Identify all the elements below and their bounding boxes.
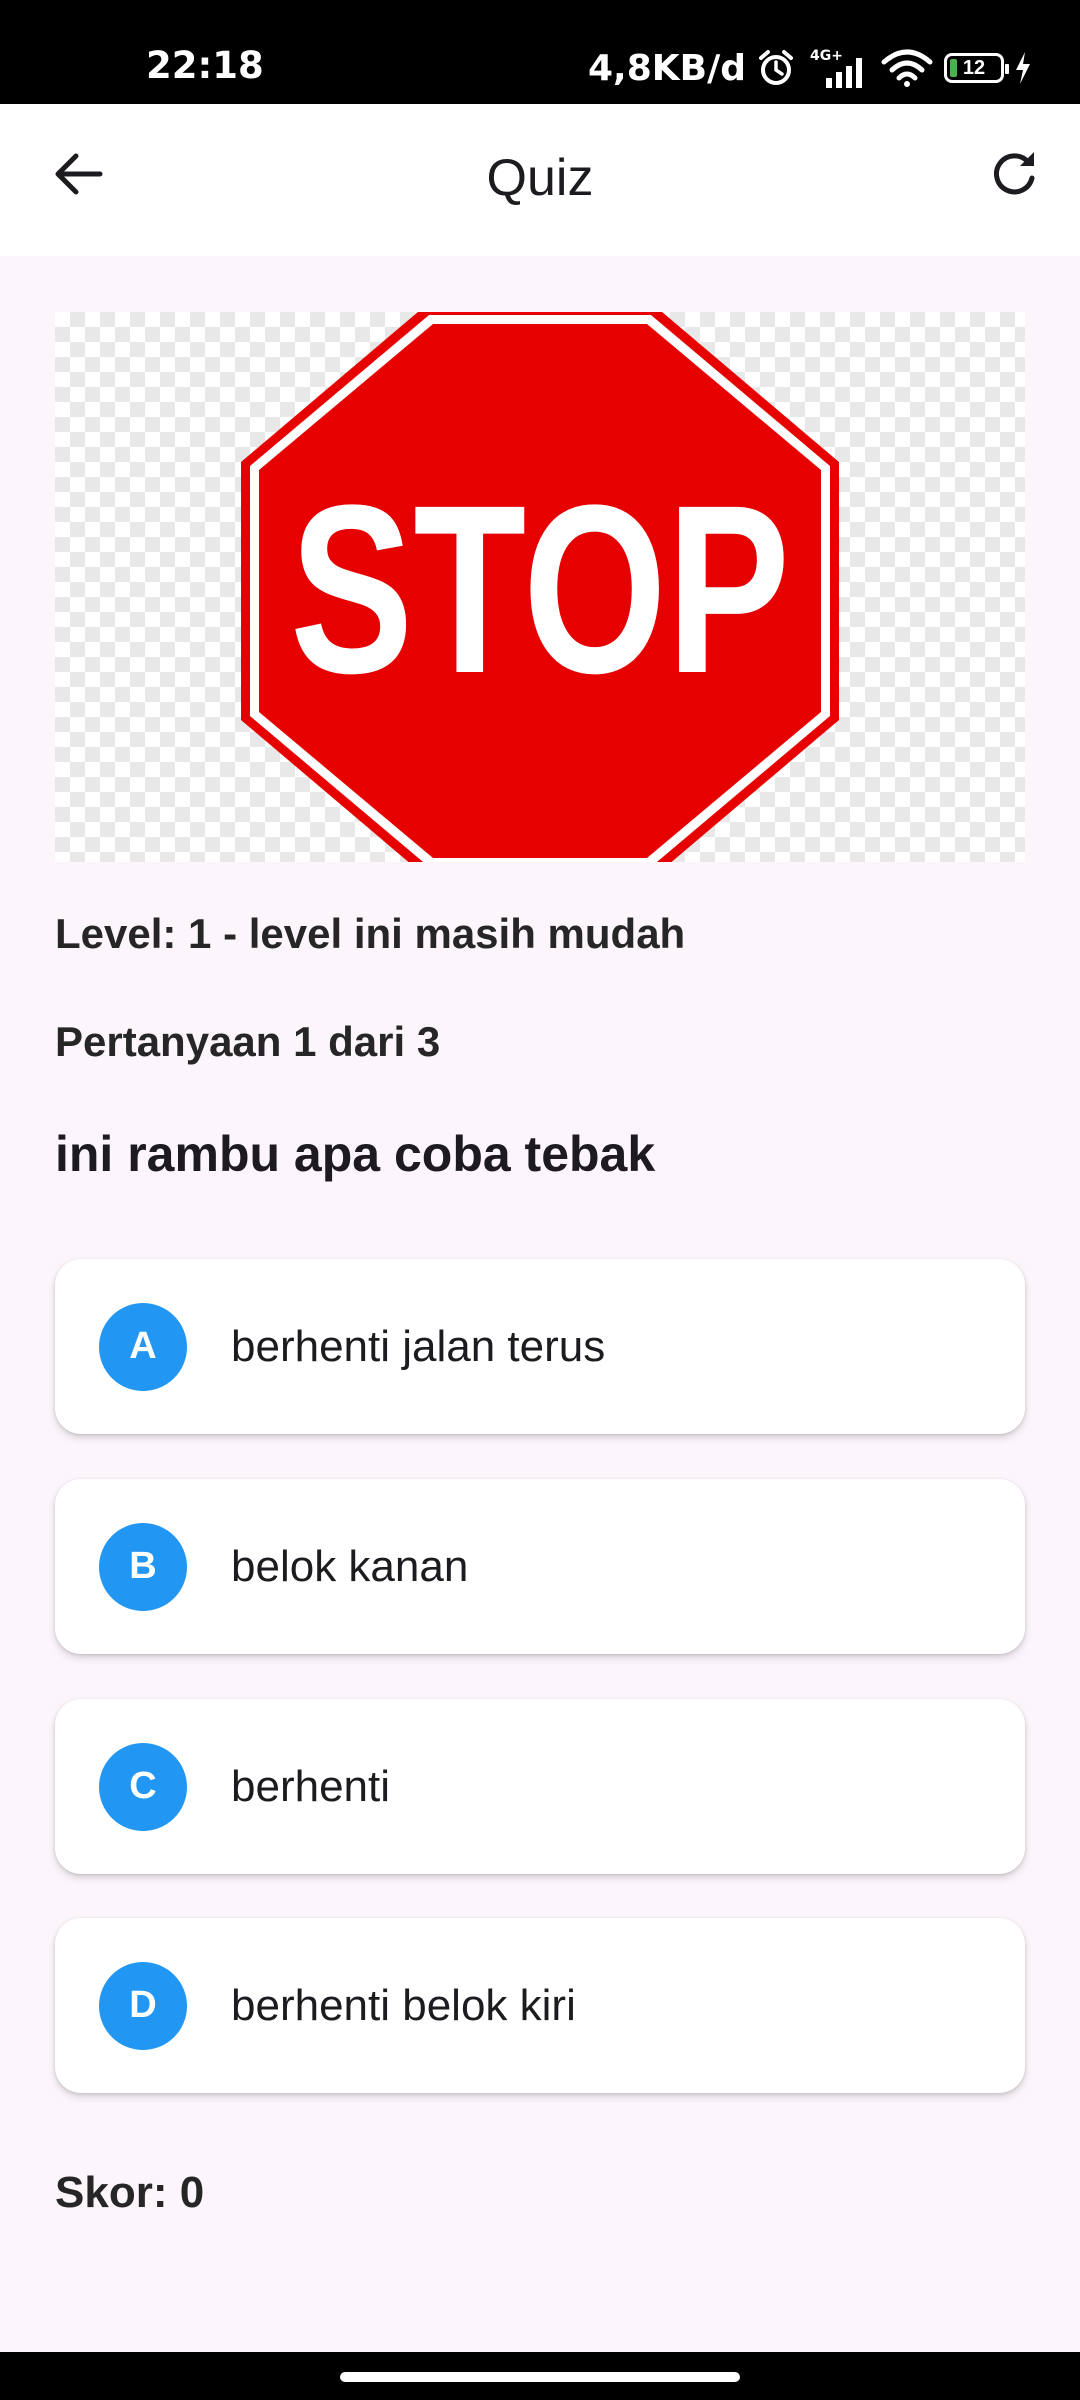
status-bar: 22:18 4,8KB/d 4G+ 12 xyxy=(0,0,1080,104)
answer-option-c[interactable]: C berhenti xyxy=(55,1699,1025,1874)
refresh-button[interactable] xyxy=(984,144,1044,204)
refresh-icon xyxy=(994,152,1035,195)
status-icons: 4,8KB/d 4G+ 12 xyxy=(588,40,1032,96)
stop-sign-text: STOP xyxy=(290,455,790,723)
status-time: 22:18 xyxy=(146,44,264,87)
app-bar: Quiz xyxy=(0,104,1080,256)
level-label: Level: 1 - level ini masih mudah xyxy=(55,910,686,957)
option-label: berhenti xyxy=(231,1761,391,1811)
option-letter-badge: D xyxy=(99,1961,187,2050)
charging-icon xyxy=(1014,51,1032,85)
alarm-icon xyxy=(756,48,796,88)
question-progress: Pertanyaan 1 dari 3 xyxy=(55,1018,441,1065)
option-label: belok kanan xyxy=(231,1541,469,1591)
stop-sign-image: STOP xyxy=(55,312,1025,862)
option-letter-badge: A xyxy=(99,1302,187,1391)
answer-option-b[interactable]: B belok kanan xyxy=(55,1479,1025,1654)
battery-icon: 12 xyxy=(944,53,1009,83)
option-letter-badge: B xyxy=(99,1522,187,1611)
home-indicator[interactable] xyxy=(340,2372,740,2382)
wifi-icon xyxy=(880,48,934,88)
answer-option-a[interactable]: A berhenti jalan terus xyxy=(55,1259,1025,1434)
question-text: ini rambu apa coba tebak xyxy=(55,1126,656,1182)
signal-icon: 4G+ xyxy=(806,46,870,90)
answer-option-d[interactable]: D berhenti belok kiri xyxy=(55,1918,1025,2093)
page-title: Quiz xyxy=(486,149,594,207)
score-label: Skor: 0 xyxy=(55,2168,205,2217)
network-speed: 4,8KB/d xyxy=(587,47,746,89)
option-label: berhenti jalan terus xyxy=(231,1321,606,1371)
option-label: berhenti belok kiri xyxy=(231,1980,576,2030)
battery-level: 12 xyxy=(962,56,986,79)
network-type-label: 4G+ xyxy=(810,48,843,64)
option-letter-badge: C xyxy=(99,1742,187,1831)
